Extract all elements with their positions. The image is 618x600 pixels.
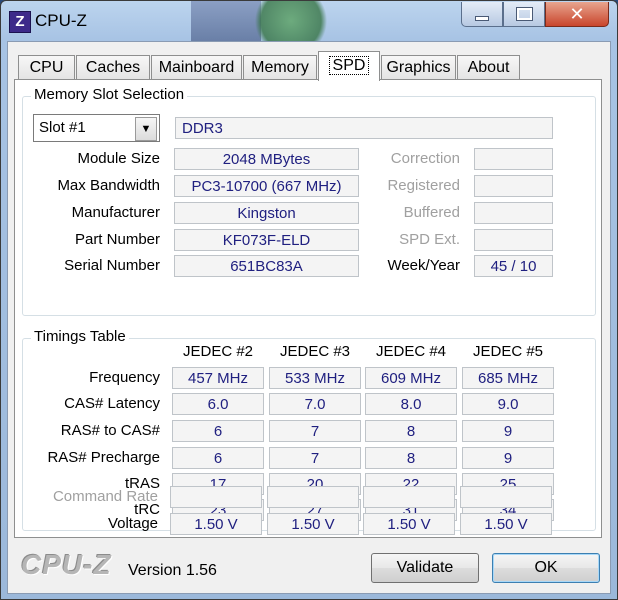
column-header: JEDEC #3 <box>279 343 351 360</box>
minimize-icon <box>475 15 489 21</box>
timing-cell <box>363 486 455 508</box>
timing-cell: 8 <box>365 447 457 469</box>
version-label: Version 1.56 <box>128 562 217 579</box>
tab-label: SPD <box>328 56 370 75</box>
tab-label: Graphics <box>386 59 451 76</box>
part-number-value: KF073F-ELD <box>174 229 359 251</box>
ras-precharge-label: RAS# Precharge <box>47 449 160 466</box>
tab-label: Caches <box>85 59 141 76</box>
client-area: CPU Caches Mainboard Memory SPD Graphics… <box>7 41 611 594</box>
correction-label: Correction <box>390 150 460 167</box>
max-bandwidth-value: PC3-10700 (667 MHz) <box>174 175 359 197</box>
tab-caches[interactable]: Caches <box>76 55 150 79</box>
serial-number-label: Serial Number <box>64 257 160 274</box>
timing-cell: 9 <box>462 447 554 469</box>
serial-number-value: 651BC83A <box>174 255 359 277</box>
maximize-icon <box>515 7 533 21</box>
part-number-label: Part Number <box>74 231 160 248</box>
voltage-label: Voltage <box>107 515 158 532</box>
title-bar[interactable]: Z CPU-Z ✕ <box>1 1 617 51</box>
timing-cell: 1.50 V <box>170 513 262 535</box>
week-year-value: 45 / 10 <box>474 255 553 277</box>
timing-cell: 6 <box>172 420 264 442</box>
buffered-label: Buffered <box>403 204 460 221</box>
buffered-value <box>474 202 553 224</box>
cpuz-window: Z CPU-Z ✕ CPU Caches Mainboard Memory SP… <box>0 0 618 600</box>
cas-latency-label: CAS# Latency <box>64 395 160 412</box>
tab-label: Memory <box>251 59 309 76</box>
timing-cell: 6 <box>172 447 264 469</box>
timing-cell <box>170 486 262 508</box>
spd-ext-value <box>474 229 553 251</box>
timing-cell: 9 <box>462 420 554 442</box>
maximize-button[interactable] <box>503 2 545 27</box>
slot-select[interactable]: Slot #1 ▼ <box>33 114 160 142</box>
chevron-down-icon[interactable]: ▼ <box>135 117 157 141</box>
window-controls: ✕ <box>461 2 609 27</box>
module-size-label: Module Size <box>77 150 160 167</box>
column-header: JEDEC #4 <box>375 343 447 360</box>
timing-cell <box>267 486 359 508</box>
column-header: JEDEC #5 <box>472 343 544 360</box>
registered-label: Registered <box>387 177 460 194</box>
timing-cell: 7 <box>269 420 361 442</box>
tab-cpu[interactable]: CPU <box>18 55 75 79</box>
module-size-value: 2048 MBytes <box>174 148 359 170</box>
command-rate-label: Command Rate <box>52 488 158 505</box>
timing-cell: 1.50 V <box>267 513 359 535</box>
tab-graphics[interactable]: Graphics <box>381 55 456 79</box>
close-icon: ✕ <box>569 4 585 24</box>
spd-ext-label: SPD Ext. <box>399 231 460 248</box>
timing-cell <box>460 486 552 508</box>
ras-to-cas-label: RAS# to CAS# <box>60 422 160 439</box>
window-title: CPU-Z <box>35 11 87 30</box>
spd-page: Memory Slot Selection Slot #1 ▼ DDR3 Mod… <box>14 79 602 538</box>
minimize-button[interactable] <box>461 2 503 27</box>
cpuz-logo: CPU-Z <box>21 549 112 580</box>
memory-type-field: DDR3 <box>175 117 553 139</box>
close-button[interactable]: ✕ <box>545 2 609 27</box>
timing-cell: 1.50 V <box>460 513 552 535</box>
registered-value <box>474 175 553 197</box>
tab-label: Mainboard <box>158 59 235 76</box>
slot-select-value: Slot #1 <box>39 119 86 136</box>
tab-mainboard[interactable]: Mainboard <box>151 55 242 79</box>
manufacturer-label: Manufacturer <box>71 204 160 221</box>
footer: CPU-Z Version 1.56 Validate OK <box>8 539 610 593</box>
tab-label: About <box>467 59 510 76</box>
timing-cell: 9.0 <box>462 393 554 415</box>
correction-value <box>474 148 553 170</box>
manufacturer-value: Kingston <box>174 202 359 224</box>
tab-spd[interactable]: SPD <box>318 51 380 81</box>
tab-label: CPU <box>29 59 64 76</box>
timings-legend: Timings Table <box>31 328 129 345</box>
timing-cell: 8 <box>365 420 457 442</box>
tab-memory[interactable]: Memory <box>243 55 317 79</box>
timing-cell: 7 <box>269 447 361 469</box>
timing-cell: 533 MHz <box>269 367 361 389</box>
timing-cell: 609 MHz <box>365 367 457 389</box>
timing-cell: 8.0 <box>365 393 457 415</box>
timing-cell: 1.50 V <box>363 513 455 535</box>
memory-slot-group: Memory Slot Selection Slot #1 ▼ DDR3 Mod… <box>22 86 596 316</box>
timing-cell: 685 MHz <box>462 367 554 389</box>
column-header: JEDEC #2 <box>182 343 254 360</box>
validate-button[interactable]: Validate <box>371 553 479 583</box>
cpuz-app-icon[interactable]: Z <box>9 11 31 33</box>
timing-cell: 457 MHz <box>172 367 264 389</box>
max-bandwidth-label: Max Bandwidth <box>57 177 160 194</box>
memory-slot-legend: Memory Slot Selection <box>31 86 188 103</box>
week-year-label: Week/Year <box>387 257 460 274</box>
timing-cell: 7.0 <box>269 393 361 415</box>
tab-about[interactable]: About <box>457 55 520 79</box>
ok-button[interactable]: OK <box>492 553 600 583</box>
timing-cell: 6.0 <box>172 393 264 415</box>
frequency-label: Frequency <box>89 369 160 386</box>
